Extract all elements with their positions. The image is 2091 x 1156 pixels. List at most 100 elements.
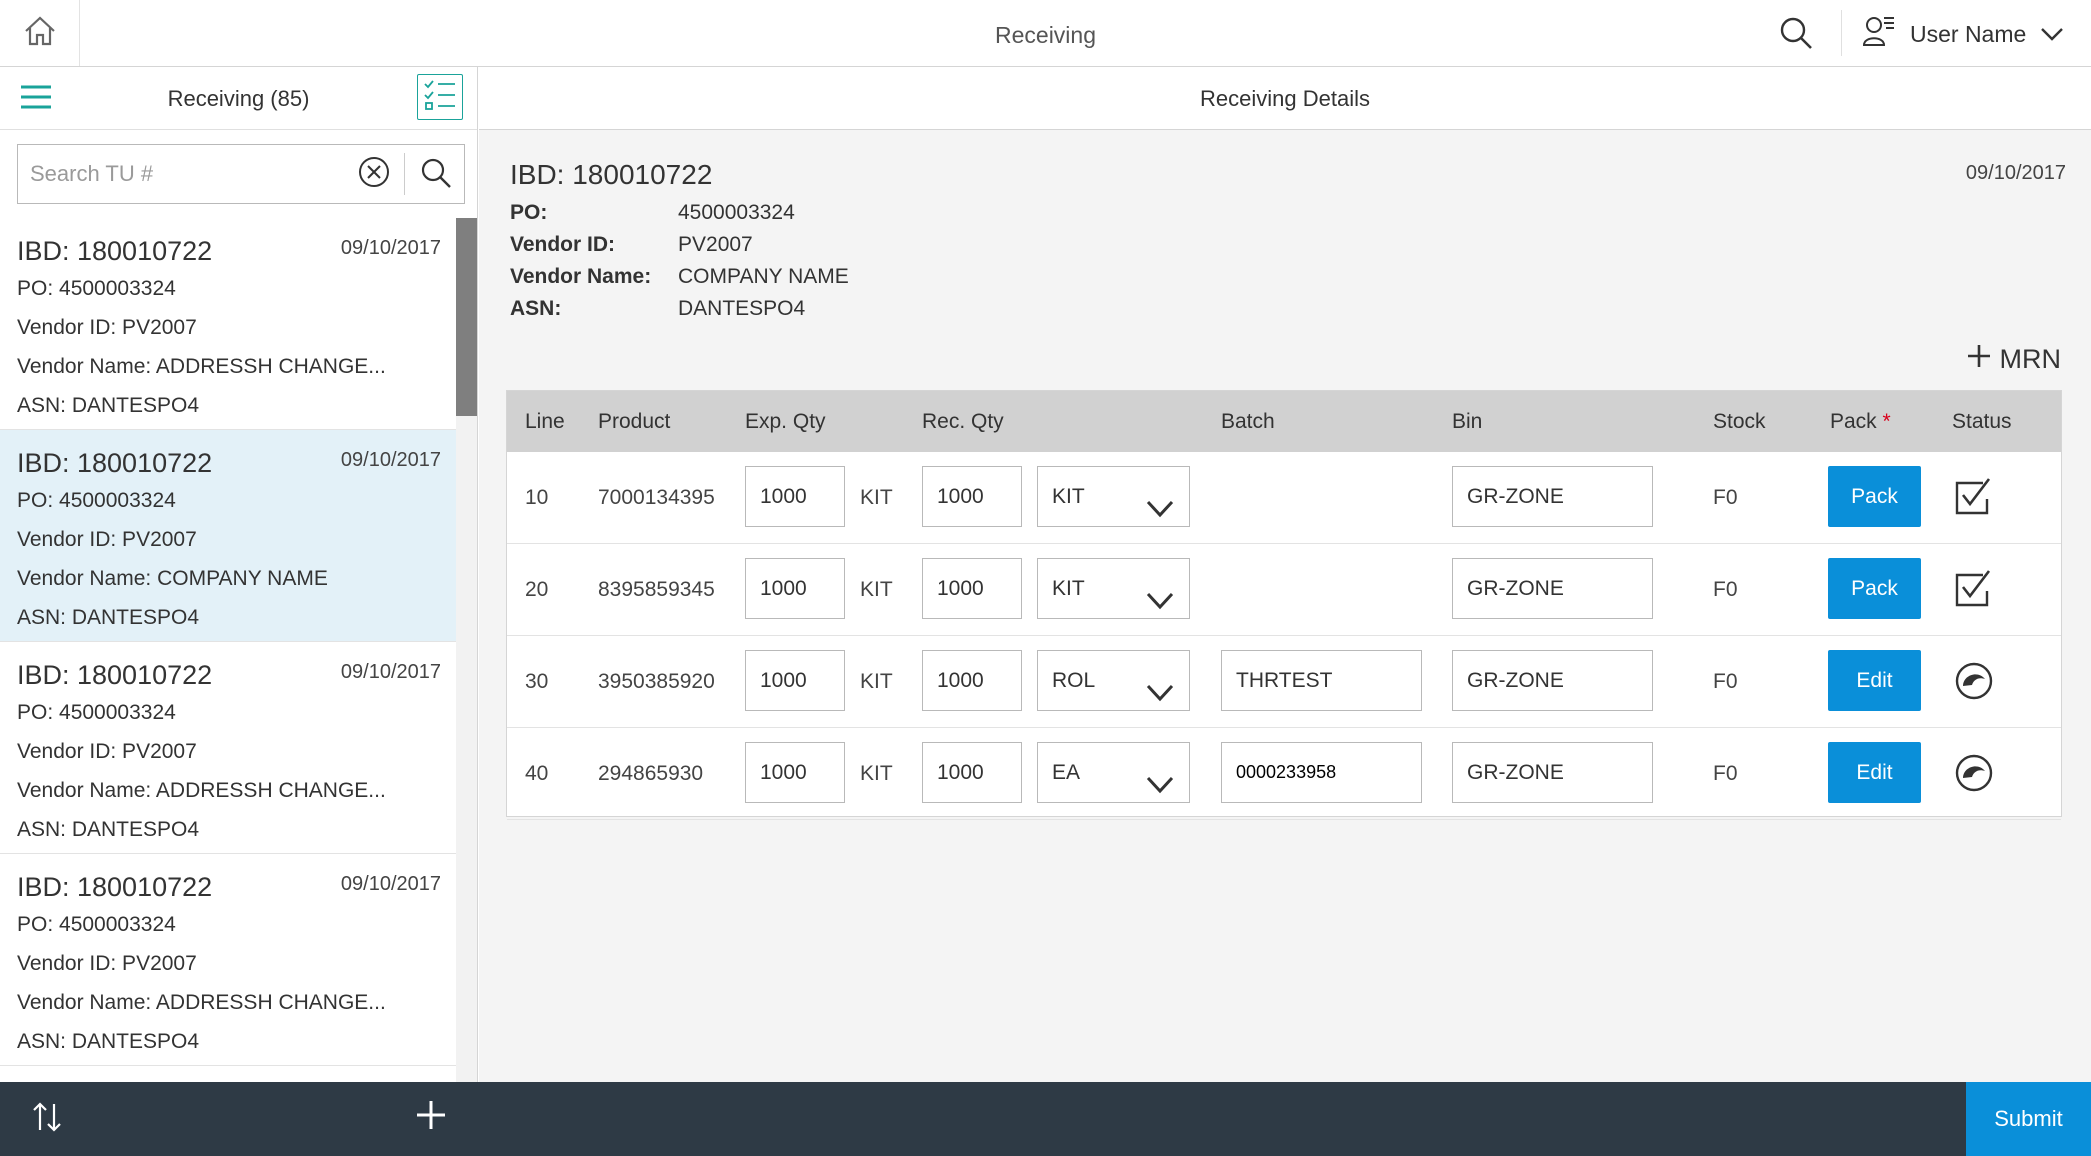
sort-button[interactable]	[24, 1096, 70, 1142]
col-status: Status	[1952, 410, 2012, 433]
list-item-date: 09/10/2017	[340, 237, 441, 259]
scrollbar-thumb[interactable]	[456, 218, 477, 416]
list-item-vendor-name: Vendor Name: ADDRESSH CHANGE...	[17, 991, 386, 1014]
cell-stock: F0	[1713, 578, 1738, 601]
list-item-vendor-name: Vendor Name: COMPANY NAME	[17, 567, 328, 590]
list-header: Receiving (85)	[0, 67, 477, 130]
global-search-button[interactable]	[1770, 10, 1822, 60]
bin-input[interactable]: GR-ZONE	[1452, 650, 1653, 711]
pending-icon[interactable]	[1953, 752, 1995, 794]
bin-input[interactable]: GR-ZONE	[1452, 466, 1653, 527]
col-exp-qty: Exp. Qty	[745, 410, 826, 433]
col-pack-label: Pack	[1830, 410, 1877, 433]
cell-line: 30	[525, 670, 549, 693]
receiving-details-panel: Receiving Details IBD: 180010722 09/10/2…	[479, 67, 2091, 1082]
list-item[interactable]: IBD: 180010722 09/10/2017 PO: 4500003324…	[0, 218, 456, 430]
tu-search-box	[17, 144, 465, 204]
rec-qty-input[interactable]: 1000	[922, 558, 1022, 619]
pending-icon[interactable]	[1953, 660, 1995, 702]
cell-exp-uom: KIT	[860, 578, 893, 601]
bin-input[interactable]: GR-ZONE	[1452, 742, 1653, 803]
divider	[404, 153, 405, 195]
col-line: Line	[525, 410, 565, 433]
table-row: 10 7000134395 1000 KIT 1000 KIT GR-ZONE …	[507, 452, 2061, 544]
rec-uom-select[interactable]: KIT	[1037, 466, 1190, 527]
plus-icon	[1966, 343, 1992, 376]
batch-input[interactable]: 0000233958	[1221, 742, 1422, 803]
list-scrollbar[interactable]	[456, 218, 477, 1082]
detail-field-vendor-id: Vendor ID: PV2007	[510, 229, 753, 261]
line-items-table: Line Product Exp. Qty Rec. Qty Batch Bin…	[506, 390, 2062, 820]
receiving-list-panel: Receiving (85) IBD: 180010722 09/10/2017…	[0, 67, 478, 1082]
menu-button[interactable]	[20, 84, 60, 114]
list-item-po: PO: 4500003324	[17, 701, 176, 724]
list-item-date: 09/10/2017	[340, 661, 441, 683]
edit-button[interactable]: Edit	[1828, 650, 1921, 711]
list-item-vendor-id: Vendor ID: PV2007	[17, 952, 197, 975]
home-button[interactable]	[0, 0, 80, 66]
rec-qty-input[interactable]: 1000	[922, 466, 1022, 527]
exp-qty-input[interactable]: 1000	[745, 558, 845, 619]
select-value: ROL	[1052, 669, 1096, 692]
rec-qty-input[interactable]: 1000	[922, 650, 1022, 711]
list-item-vendor-id: Vendor ID: PV2007	[17, 316, 197, 339]
rec-qty-input[interactable]: 1000	[922, 742, 1022, 803]
pack-button[interactable]: Pack	[1828, 558, 1921, 619]
search-icon	[1779, 16, 1813, 55]
col-stock: Stock	[1713, 410, 1766, 433]
rec-uom-select[interactable]: ROL	[1037, 650, 1190, 711]
home-icon	[23, 15, 57, 52]
list-item-date: 09/10/2017	[340, 873, 441, 895]
edit-button[interactable]: Edit	[1828, 742, 1921, 803]
exp-qty-input[interactable]: 1000	[745, 650, 845, 711]
rec-uom-select[interactable]: KIT	[1037, 558, 1190, 619]
clear-search-button[interactable]	[357, 156, 391, 191]
user-name: User Name	[1910, 20, 2027, 47]
list-title: Receiving (85)	[167, 86, 310, 111]
user-menu[interactable]: User Name	[1862, 8, 2064, 60]
exp-qty-input[interactable]: 1000	[745, 742, 845, 803]
exp-qty-input[interactable]: 1000	[745, 466, 845, 527]
add-mrn-button[interactable]: MRN	[1966, 343, 2061, 376]
pack-button[interactable]: Pack	[1828, 466, 1921, 527]
check-icon[interactable]	[1952, 476, 1994, 518]
select-value: EA	[1052, 761, 1081, 784]
list-item-date: 09/10/2017	[340, 449, 441, 471]
list-item-vendor-name: Vendor Name: ADDRESSH CHANGE...	[17, 355, 386, 378]
check-icon[interactable]	[1952, 568, 1994, 610]
receiving-list: IBD: 180010722 09/10/2017 PO: 4500003324…	[0, 218, 477, 1082]
table-row: 20 8395859345 1000 KIT 1000 KIT GR-ZONE …	[507, 544, 2061, 636]
footer-toolbar: Submit	[0, 1082, 2091, 1156]
field-label: Vendor ID:	[510, 233, 616, 256]
multi-select-button[interactable]	[417, 74, 463, 120]
cell-stock: F0	[1713, 762, 1738, 785]
field-value: DANTESPO4	[678, 297, 806, 320]
list-item-po: PO: 4500003324	[17, 489, 176, 512]
list-item-selected[interactable]: IBD: 180010722 09/10/2017 PO: 4500003324…	[0, 430, 456, 642]
rec-uom-select[interactable]: EA	[1037, 742, 1190, 803]
list-item[interactable]: IBD: 180010722 09/10/2017 PO: 4500003324…	[0, 854, 456, 1066]
tu-search-input[interactable]	[18, 145, 348, 203]
details-header: Receiving Details	[479, 67, 2091, 130]
plus-icon	[415, 1099, 447, 1136]
field-label: Vendor Name:	[510, 265, 652, 288]
cell-exp-uom: KIT	[860, 486, 893, 509]
batch-input[interactable]: THRTEST	[1221, 650, 1422, 711]
add-button[interactable]	[408, 1094, 454, 1140]
cell-exp-uom: KIT	[860, 670, 893, 693]
bin-input[interactable]: GR-ZONE	[1452, 558, 1653, 619]
cell-product: 8395859345	[598, 578, 715, 601]
field-value: COMPANY NAME	[678, 265, 849, 288]
cell-line: 40	[525, 762, 549, 785]
divider	[1841, 10, 1842, 56]
field-label: ASN:	[510, 297, 562, 320]
field-value: PV2007	[678, 233, 753, 256]
cell-product: 7000134395	[598, 486, 715, 509]
search-button[interactable]	[414, 153, 458, 197]
submit-button[interactable]: Submit	[1966, 1082, 2091, 1156]
select-value: KIT	[1052, 485, 1085, 508]
search-icon	[420, 157, 452, 194]
checklist-icon	[423, 78, 457, 117]
list-item[interactable]: IBD: 180010722 09/10/2017 PO: 4500003324…	[0, 642, 456, 854]
cell-line: 20	[525, 578, 549, 601]
